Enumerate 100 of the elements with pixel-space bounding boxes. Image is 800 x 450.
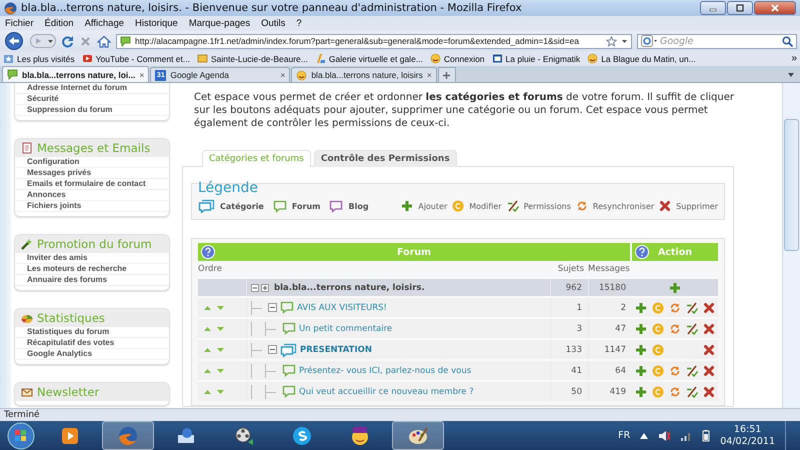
sidebar-link[interactable]: Sécurité <box>15 94 169 105</box>
new-tab-button[interactable] <box>438 67 456 82</box>
paint-palette-icon <box>407 424 429 446</box>
permissions-icon[interactable] <box>686 302 698 314</box>
forum-link[interactable]: Un petit commentaire <box>299 324 392 334</box>
bookmark-star-icon[interactable] <box>606 36 617 46</box>
column-header: Forum <box>198 243 630 261</box>
sidebar-link[interactable]: Récapitulatif des votes <box>15 338 169 349</box>
help-icon[interactable] <box>635 245 649 259</box>
sidebar-link[interactable]: Annuaire des forums <box>15 275 169 286</box>
sidebar-link[interactable]: Fichiers joints <box>15 201 169 212</box>
sync-icon[interactable] <box>668 386 681 398</box>
plus-icon[interactable] <box>669 282 681 294</box>
bookmark-link[interactable]: YouTube - Comment et... <box>82 53 190 64</box>
overflow-chevron[interactable]: » <box>791 53 797 64</box>
messenger-icon <box>349 424 371 446</box>
maximize-button[interactable] <box>727 1 753 15</box>
menu-item[interactable]: Outils <box>260 18 286 29</box>
pie-chart-icon <box>21 312 33 324</box>
close-button[interactable] <box>754 1 796 15</box>
scrollbar-thumb[interactable] <box>784 119 799 251</box>
forum-link[interactable]: Qui veut accueillir ce nouveau membre ? <box>299 386 474 396</box>
envelope-icon <box>21 386 33 398</box>
search-icon[interactable] <box>782 36 793 46</box>
permissions-icon[interactable] <box>686 386 698 398</box>
status-text: Terminé <box>4 410 40 420</box>
sidebar-link[interactable]: Inviter des amis <box>15 253 169 264</box>
delete-icon[interactable] <box>703 364 716 376</box>
battery-icon[interactable] <box>702 429 710 442</box>
collapse-icon[interactable] <box>268 303 277 312</box>
search-engine-icon[interactable] <box>641 35 657 47</box>
blog-bubble-icon <box>329 200 344 212</box>
browser-tab[interactable]: bla.bla...terrons nature, loi... × <box>2 66 150 82</box>
help-icon[interactable] <box>201 245 215 259</box>
plus-icon <box>442 70 452 80</box>
tab-close[interactable]: × <box>139 70 144 80</box>
plus-icon[interactable] <box>634 302 647 314</box>
menu-item[interactable]: Édition <box>44 18 75 29</box>
sidebar-link[interactable]: Emails et formulaire de contact <box>15 179 169 190</box>
menu-item[interactable]: Historique <box>134 18 179 29</box>
browser-tab[interactable]: bla.bla...terrons nature, loisirs × <box>291 67 437 82</box>
panel-title: Statistiques <box>37 311 105 325</box>
forum-link[interactable]: PRESENTATION <box>300 344 372 354</box>
address-field[interactable]: http://alacampagne.1fr1.net/admin/index.forum?part=general&sub=general&mode=forum&extended_admin=1&sid=ea <box>116 34 632 48</box>
show-hidden-icon[interactable] <box>640 432 648 438</box>
collapse-icon[interactable] <box>268 345 277 354</box>
bookmark-link[interactable]: Les plus visités <box>3 53 75 64</box>
bubble-icon <box>7 69 18 80</box>
sidebar-link[interactable]: Suppression du forum <box>15 105 169 116</box>
delete-icon[interactable] <box>703 386 716 398</box>
minimize-button[interactable] <box>700 1 726 15</box>
tab-close[interactable]: × <box>280 70 286 80</box>
bookmark-link[interactable]: Connexion <box>430 53 485 64</box>
delete-icon[interactable] <box>703 322 716 334</box>
menu-item[interactable]: Marque-pages <box>188 18 252 29</box>
back-button[interactable] <box>3 32 25 50</box>
plus-icon[interactable] <box>634 322 647 334</box>
tree-line <box>251 364 279 378</box>
sidebar-link[interactable]: Configuration <box>15 157 169 168</box>
menu-item[interactable]: Affichage <box>84 18 126 29</box>
permissions-icon[interactable] <box>686 364 698 376</box>
section-tab[interactable]: Contrôle des Permissions <box>314 150 457 167</box>
bookmark-link[interactable]: La pluie - Enigmatik <box>492 53 580 64</box>
sidebar-link[interactable]: Annonces <box>15 190 169 201</box>
collapse-expand-icon[interactable] <box>251 283 271 292</box>
plus-icon[interactable] <box>634 364 647 376</box>
plus-icon[interactable] <box>634 344 647 356</box>
tree-line <box>251 322 279 336</box>
clock[interactable]: 16:51 04/02/2011 <box>720 424 775 448</box>
delete-icon[interactable] <box>703 302 716 314</box>
menu-item[interactable]: ? <box>295 18 303 29</box>
forum-bubble-icon <box>282 322 296 335</box>
reload-icon[interactable] <box>61 34 74 48</box>
panel-title: Promotion du forum <box>37 237 152 251</box>
legend-label: Modifier <box>469 202 502 210</box>
sidebar-link[interactable]: Adresse Internet du forum <box>15 83 169 94</box>
sidebar-link[interactable]: Google Analytics <box>15 349 169 360</box>
language-indicator[interactable]: FR <box>618 430 630 441</box>
sync-icon[interactable] <box>668 322 681 334</box>
sync-icon[interactable] <box>668 302 681 314</box>
delete-icon[interactable] <box>703 344 716 356</box>
bookmark-link[interactable]: Galerie virtuelle et gale... <box>314 53 423 64</box>
plus-icon[interactable] <box>634 386 647 398</box>
sidebar-link[interactable]: Les moteurs de recherche <box>15 264 169 275</box>
search-field[interactable]: Google <box>637 34 797 48</box>
smiley-icon <box>296 70 308 80</box>
sidebar-link[interactable]: Statistiques du forum <box>15 327 169 338</box>
menu-item[interactable]: Fichier <box>4 18 35 29</box>
speaker-icon[interactable] <box>658 430 670 442</box>
stop-icon[interactable] <box>79 34 92 48</box>
window-icon <box>492 53 503 64</box>
bookmark-link[interactable]: La Blague du Matin, un... <box>587 53 696 64</box>
tab-close[interactable]: × <box>426 70 432 80</box>
sync-icon[interactable] <box>668 364 681 376</box>
sidebar-link[interactable]: Messages privés <box>15 168 169 179</box>
bookmark-link[interactable]: Sainte-Lucie-de-Beaure... <box>196 53 308 64</box>
permissions-icon[interactable] <box>686 322 698 334</box>
home-icon[interactable] <box>97 34 111 48</box>
search-input[interactable]: Google <box>660 36 779 46</box>
legend-label: Catégorie <box>220 202 264 210</box>
